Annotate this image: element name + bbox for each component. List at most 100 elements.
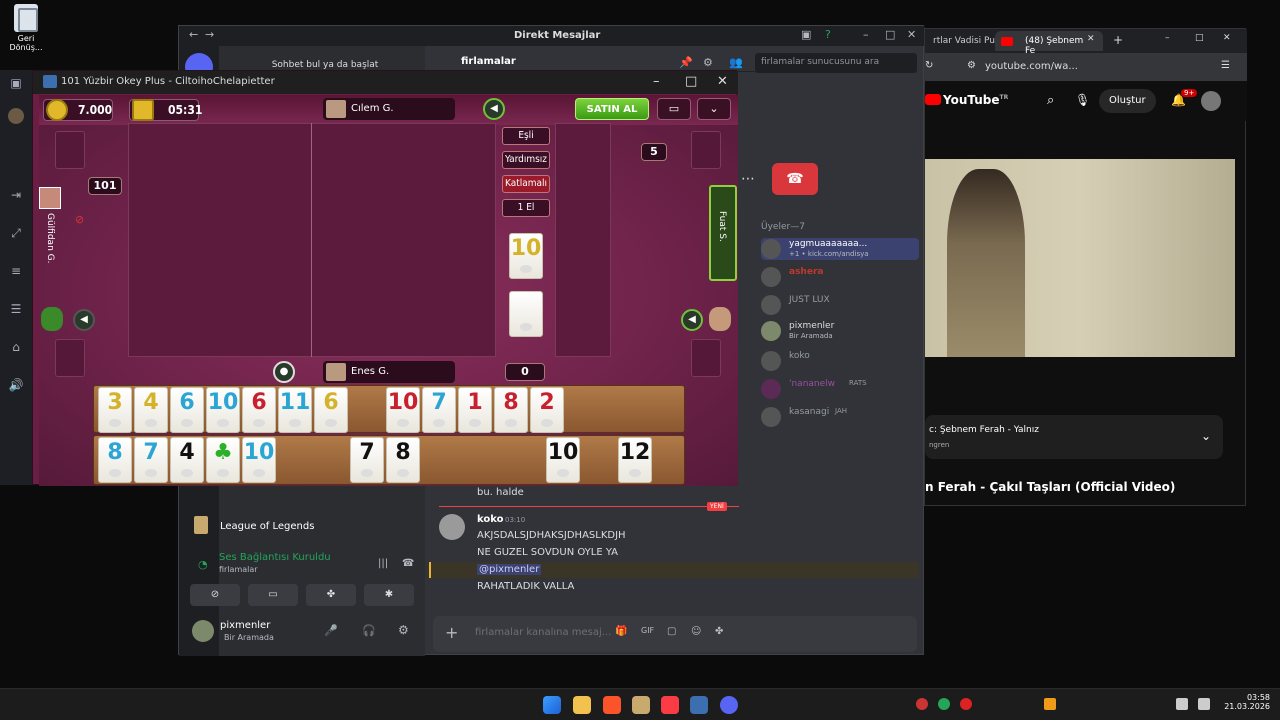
close-icon[interactable]: ✕	[717, 74, 728, 89]
rack-tile[interactable]: 7	[134, 437, 168, 483]
apps-icon[interactable]: ✤	[715, 626, 723, 637]
rack-tile[interactable]: ♣	[206, 437, 240, 483]
inbox-icon[interactable]: ▣	[801, 28, 811, 41]
rack-tile[interactable]: 6	[170, 387, 204, 433]
end-call-button[interactable]: ☎	[772, 163, 818, 195]
member-item[interactable]: koko	[761, 350, 921, 372]
player-left-avatar[interactable]	[39, 187, 61, 209]
chevron-down-icon[interactable]: ⌄	[1201, 429, 1211, 443]
disconnect-icon[interactable]: ☎	[402, 558, 414, 569]
speaker-icon[interactable]: ◀	[681, 309, 703, 331]
discord-icon[interactable]	[720, 696, 738, 714]
rack-tile[interactable]: 10	[546, 437, 580, 483]
discard-slot[interactable]	[55, 339, 85, 377]
server-title[interactable]: League of Legends	[184, 510, 424, 546]
discard-slot[interactable]	[691, 131, 721, 169]
avatar[interactable]	[192, 620, 214, 642]
message-author[interactable]: koko	[477, 514, 504, 525]
screen-share-button[interactable]: ▭	[248, 584, 298, 606]
expand-icon[interactable]: ⤢	[8, 226, 24, 242]
close-icon[interactable]: ✕	[907, 28, 916, 41]
member-item[interactable]: pixmenler Bir Aramada	[761, 320, 921, 342]
microphone-icon[interactable]: ●	[273, 361, 295, 383]
noise-icon[interactable]: |||	[378, 558, 388, 569]
rack-tile[interactable]: 8	[494, 387, 528, 433]
rack-tile[interactable]: 8	[386, 437, 420, 483]
rack-tile[interactable]: 10	[386, 387, 420, 433]
avatar[interactable]	[1201, 91, 1221, 111]
message-composer[interactable]: + firlamalar kanalına mesaj... 🎁 GIF ▢ ☺…	[433, 616, 917, 652]
gift-icon[interactable]: 🎁	[615, 626, 627, 637]
volume-icon[interactable]	[1198, 698, 1210, 710]
sliders-icon[interactable]: ≡	[8, 264, 24, 280]
buy-button[interactable]: SATIN AL	[575, 98, 649, 120]
draw-pile-tile[interactable]	[509, 291, 543, 337]
mute-icon[interactable]: ⊘	[75, 213, 84, 226]
rack-tile[interactable]: 11	[278, 387, 312, 433]
create-button[interactable]: Oluştur	[1099, 89, 1156, 113]
rack-tile[interactable]: 6	[242, 387, 276, 433]
member-item[interactable]: yagmuaaaaaaa... +1 • kick.com/andisya	[761, 238, 919, 260]
camera-off-button[interactable]: ⊘	[190, 584, 240, 606]
member-item[interactable]: kasanagi JAH	[761, 406, 921, 428]
sticker-icon[interactable]: ▢	[667, 626, 676, 637]
chat-button[interactable]: ▭	[657, 98, 691, 120]
rack-tile[interactable]: 4	[134, 387, 168, 433]
minimize-icon[interactable]: –	[653, 74, 660, 89]
tag-icon[interactable]: ⌂	[8, 340, 24, 356]
message-mention[interactable]: @pixmenler	[477, 564, 542, 575]
music-icon[interactable]	[661, 696, 679, 714]
new-tab-icon[interactable]: +	[1113, 33, 1123, 47]
discard-slot[interactable]	[55, 131, 85, 169]
youtube-logo[interactable]: YouTubeTR	[925, 93, 1008, 107]
member-item[interactable]: ashera	[761, 266, 921, 288]
emoji-icon[interactable]: ☺	[691, 626, 701, 637]
okey-icon[interactable]	[690, 696, 708, 714]
voice-status[interactable]: Ses Bağlantısı Kuruldu	[219, 552, 331, 563]
discard-slot[interactable]	[691, 339, 721, 377]
minimize-icon[interactable]: –	[863, 28, 869, 41]
headphones-icon[interactable]: 🎧	[362, 624, 376, 637]
speaker-icon[interactable]: ◀	[483, 98, 505, 120]
member-item[interactable]: 'nananelw RATS	[761, 378, 921, 400]
member-item[interactable]: JUST LUX	[761, 294, 921, 316]
add-attachment-icon[interactable]: +	[445, 623, 458, 642]
help-icon[interactable]: ?	[825, 28, 831, 41]
exit-icon[interactable]: ⇥	[8, 188, 24, 204]
volume-icon[interactable]: 🔊	[8, 378, 24, 394]
maximize-icon[interactable]: □	[885, 28, 895, 41]
file-explorer-icon[interactable]	[573, 696, 591, 714]
more-options-icon[interactable]: ⋯	[741, 171, 755, 187]
list-icon[interactable]: ☰	[8, 302, 24, 318]
rack-tile[interactable]: 6	[314, 387, 348, 433]
pin-icon[interactable]: 📌	[679, 56, 693, 69]
wifi-icon[interactable]	[1176, 698, 1188, 710]
recycle-bin-shortcut[interactable]: Geri Dönüş...	[6, 4, 46, 52]
league-icon[interactable]	[632, 696, 650, 714]
site-info-icon[interactable]: ⚙	[967, 60, 976, 71]
search-icon[interactable]: ⌕	[1047, 93, 1054, 108]
start-icon[interactable]	[543, 696, 561, 714]
address-bar[interactable]: ↻ ⚙ youtube.com/wa... ☰	[925, 53, 1247, 81]
close-icon[interactable]: ✕	[1223, 33, 1231, 43]
player-bottom[interactable]: Enes G.	[323, 361, 455, 383]
tray-icon[interactable]	[938, 698, 950, 710]
brave-icon[interactable]	[603, 696, 621, 714]
clock[interactable]: 03:58 21.03.2026	[1224, 693, 1270, 711]
rack-tile[interactable]: 2	[530, 387, 564, 433]
rack-tile[interactable]: 1	[458, 387, 492, 433]
tray-icon[interactable]	[1044, 698, 1056, 710]
rack-tile[interactable]: 7	[350, 437, 384, 483]
rack-tile[interactable]: 7	[422, 387, 456, 433]
panel-icon[interactable]: ▣	[8, 76, 24, 92]
server-search-input[interactable]: firlamalar sunucusunu ara	[755, 53, 917, 73]
maximize-icon[interactable]: □	[685, 74, 697, 89]
rack-tile[interactable]: 10	[206, 387, 240, 433]
forward-icon[interactable]: →	[205, 28, 214, 41]
tray-icon[interactable]	[916, 698, 928, 710]
rack-tile[interactable]: 8	[98, 437, 132, 483]
settings-icon[interactable]: ⚙	[398, 623, 409, 637]
avatar[interactable]	[439, 514, 465, 540]
members-icon[interactable]: 👥	[729, 56, 743, 69]
now-playing-card[interactable]: c: Şebnem Ferah - Yalnız ngren ⌄	[925, 415, 1223, 459]
